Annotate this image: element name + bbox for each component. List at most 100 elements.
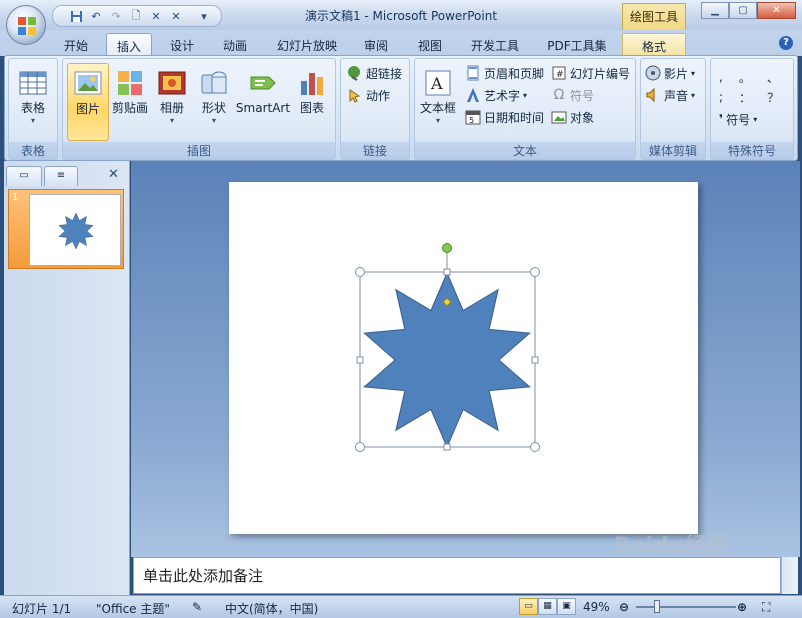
zoom-out-icon[interactable]: ⊖ [619,600,629,614]
zoom-level[interactable]: 49% [583,600,610,614]
slide-number-button[interactable]: # 幻灯片编号 [551,63,630,83]
header-footer-button[interactable]: 页眉和页脚 [465,63,544,83]
zoom-slider-thumb[interactable] [654,600,660,613]
hyperlink-button[interactable]: 超链接 [347,63,402,83]
group-label-table: 表格 [9,142,57,159]
movie-button[interactable]: 影片 ▾ [645,63,695,83]
ribbon-tabs: 开始 插入 设计 动画 幻灯片放映 审阅 视图 开发工具 PDF工具集 格式 [0,30,802,56]
clipart-icon [118,71,142,95]
special-chars-row-1: , 。 、 [719,67,779,87]
group-illustrations: 图片 剪贴画 相册 ▾ 形状 ▾ SmartArt 图表 插图 [62,58,336,160]
char-semicolon[interactable]: ; [719,90,723,104]
picture-icon [74,71,102,95]
char-enum-comma[interactable]: 、 [767,69,779,86]
slideshow-view-icon[interactable]: ▣ [557,598,576,615]
slide-thumbnail-preview [29,194,121,266]
tab-pdf-tools[interactable]: PDF工具集 [540,33,614,56]
resize-handle-left[interactable] [356,356,364,364]
group-media: 影片 ▾ 声音 ▾ 媒体剪辑 [640,58,706,160]
minimize-button[interactable]: ▁ [701,2,729,19]
char-comma[interactable]: , [719,70,723,84]
textbox-icon: A [425,70,451,96]
group-special-symbols: , 。 、 ; ： ？ ❜ 符号 ▾ 特殊符号 [710,58,794,160]
resize-handle-bottom-left[interactable] [355,442,365,452]
symbol-button-disabled[interactable]: Ω 符号 [551,85,594,105]
close-pane-icon[interactable]: ✕ [108,167,119,182]
ribbon: 表格 ▾ 表格 图片 剪贴画 相册 ▾ 形状 ▾ SmartArt 图表 插图 … [4,55,798,161]
group-text: A 文本框 ▾ 页眉和页脚 艺术字 ▾ 5 日期和时间 # 幻灯片编号 Ω 符号 … [414,58,636,160]
object-button[interactable]: 对象 [551,107,594,127]
resize-handle-bottom-right[interactable] [530,442,540,452]
resize-handle-bottom[interactable] [443,443,451,451]
zoom-slider-track[interactable] [636,606,736,608]
group-label-illustrations: 插图 [63,142,335,159]
tab-insert[interactable]: 插入 [106,33,152,56]
char-period[interactable]: 。 [739,69,751,86]
smartart-button[interactable]: SmartArt [235,63,291,141]
spellcheck-icon[interactable]: ✎ [192,600,202,614]
omega-icon: Ω [553,87,565,103]
group-label-links: 链接 [341,142,409,159]
tab-home[interactable]: 开始 [52,33,100,56]
chart-button[interactable]: 图表 [291,63,333,141]
table-button[interactable]: 表格 ▾ [12,63,54,141]
fit-to-window-icon[interactable]: ⛶ [762,600,770,615]
tab-review[interactable]: 审阅 [356,33,396,56]
group-links: 超链接 动作 链接 [340,58,410,160]
slide-thumbnail[interactable]: 1 [8,189,124,269]
zoom-in-icon[interactable]: ⊕ [737,600,747,614]
tab-view[interactable]: 视图 [408,33,452,56]
char-question[interactable]: ？ [767,89,779,106]
tab-slideshow[interactable]: 幻灯片放映 [268,33,346,56]
tab-design[interactable]: 设计 [160,33,204,56]
sound-icon [646,87,655,103]
movie-icon [645,65,661,81]
shapes-button[interactable]: 形状 ▾ [193,63,235,141]
resize-handle-top[interactable] [443,268,451,276]
normal-view-icon[interactable]: ▭ [519,598,538,615]
sound-button[interactable]: 声音 ▾ [645,85,695,105]
office-button[interactable] [6,5,46,45]
slide-thumbnail-number: 1 [12,192,19,203]
dropdown-arrow-icon: ▾ [30,116,35,125]
action-button[interactable]: 动作 [347,85,390,105]
svg-text:#: # [556,70,564,80]
status-bar: 幻灯片 1/1 "Office 主题" ✎ 中文(简体，中国) ▭ ▦ ▣ 49… [0,595,802,618]
tab-developer[interactable]: 开发工具 [462,33,528,56]
tab-format[interactable]: 格式 [622,33,686,56]
group-label-text: 文本 [415,142,635,159]
wordart-icon [467,88,479,102]
office-logo-icon [18,17,36,35]
tab-animation[interactable]: 动画 [213,33,257,56]
resize-handle-right[interactable] [531,356,539,364]
sorter-view-icon[interactable]: ▦ [538,598,557,615]
window-controls: ▁ ▢ ✕ [701,2,796,20]
picture-button[interactable]: 图片 [67,63,109,141]
datetime-button[interactable]: 5 日期和时间 [465,107,544,127]
drawing-tools-label: 绘图工具 [622,3,686,30]
svg-text:A: A [430,74,443,93]
hyperlink-icon [348,66,360,81]
thumbnail-star-shape [58,212,94,250]
language-indicator[interactable]: 中文(简体，中国) [225,600,318,617]
special-symbol-button[interactable]: ❜ 符号 ▾ [719,109,757,129]
chart-icon [301,73,323,95]
clipart-button[interactable]: 剪贴画 [109,63,151,141]
close-button[interactable]: ✕ [757,2,796,19]
rotation-handle[interactable] [442,243,452,253]
outline-tab-icon[interactable]: ≡ [44,166,78,186]
slide-counter: 幻灯片 1/1 [12,602,72,616]
textbox-button[interactable]: A 文本框 ▾ [417,63,459,141]
slides-tab-icon[interactable]: ▭ [6,166,42,186]
char-colon[interactable]: ： [739,89,751,106]
wordart-button[interactable]: 艺术字 ▾ [465,85,527,105]
help-icon[interactable]: ? [779,36,793,50]
quote-icon: ❜ [719,112,724,126]
restore-button[interactable]: ▢ [729,2,757,19]
calendar-icon: 5 [465,110,481,125]
special-chars-row-2: ; ： ？ [719,87,779,107]
photo-album-icon [158,71,186,95]
resize-handle-top-right[interactable] [530,267,540,277]
resize-handle-top-left[interactable] [355,267,365,277]
album-button[interactable]: 相册 ▾ [151,63,193,141]
